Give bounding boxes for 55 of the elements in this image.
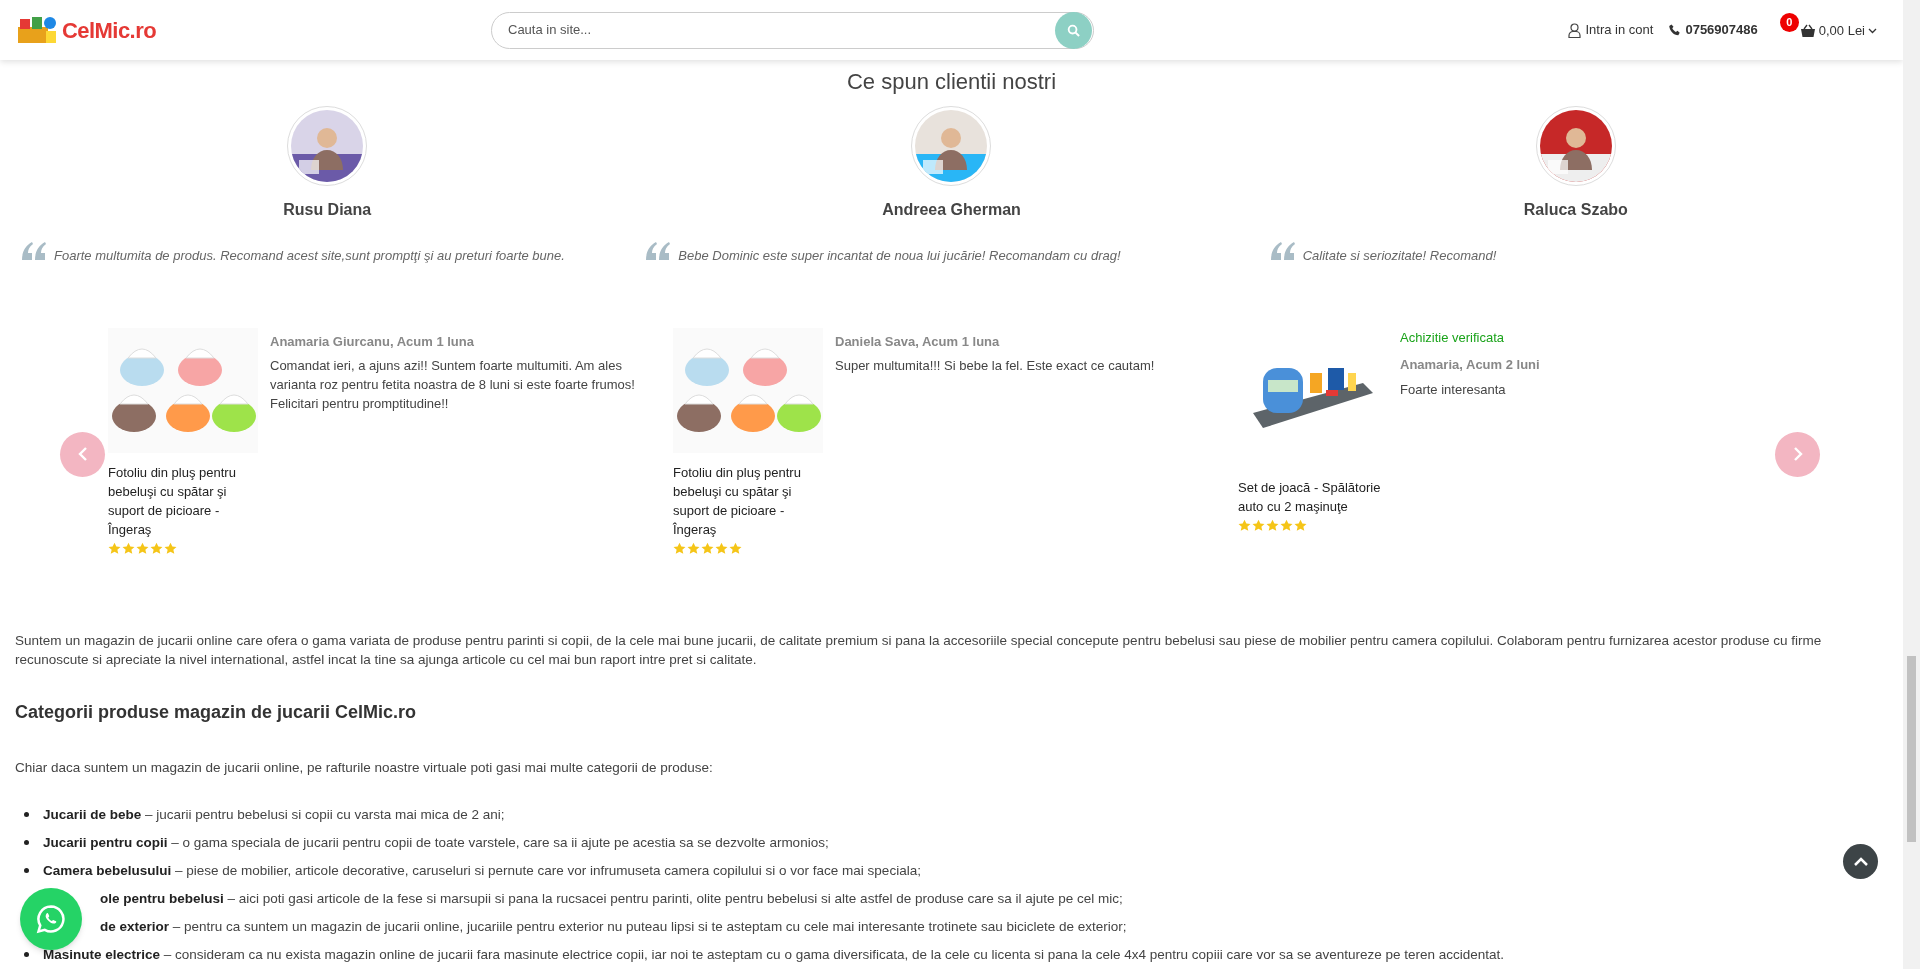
phone-icon (1669, 24, 1682, 36)
cart-link[interactable]: 0,00 Lei (1799, 19, 1877, 41)
review-author: Daniela Sava, Acum 1 luna (835, 332, 1001, 351)
review-author: Anamaria, Acum 2 luni (1400, 356, 1541, 374)
customer-name: Rusu Diana (283, 200, 372, 220)
chevron-left-icon (77, 446, 88, 462)
intro-paragraph: Suntem un magazin de jucarii online care ofera o gama variata de produse pentru parinti si copii, de la cele mai bune jucarii, de calitate premium si pana la accesoriile special concepute pentru bebelusi sau piese de mobilier pentru camera copilului. Colaboram pentru furnizarea acestor produse cu firme recunoscute si apreciate la nivel international, astfel incat la tine sa ajunga articole cu cel mai bun raport intre pret si calitate. (15, 631, 1823, 669)
testimonial-quote: Foarte multumita de produs. Recomand acest site,sunt promptţi şi au preturi foarte bune. (54, 247, 565, 265)
section-title: Ce spun clientii nostri (845, 68, 1058, 96)
quote-icon (20, 240, 48, 262)
category-item: ole pentru bebelusi – aici poti gasi articole de la fese si marsupii si pana la rucsacei pentru parinti, olite pentru bebelusi si alte astfel de produse care sa il ajute pe cel mic; (100, 889, 1123, 908)
review-author: Anamaria Giurcanu, Acum 1 luna (270, 332, 475, 351)
phone-link[interactable]: 0756907486 (1669, 20, 1758, 40)
product-link[interactable]: Fotoliu din pluş pentru bebeluşi cu spătar şi suport de picioare - Îngeraş (108, 462, 258, 539)
bullet-icon (24, 868, 29, 874)
whatsapp-icon (36, 904, 66, 934)
review-text: Foarte interesanta (1400, 380, 1507, 399)
cart-count-badge: 0 (1779, 12, 1799, 32)
lead-paragraph: Chiar daca suntem un magazin de jucarii online, pe rafturile noastre virtuale poti gasi mai multe categorii de produse: (15, 758, 714, 777)
quote-icon (644, 240, 673, 262)
product-link[interactable]: Fotoliu din pluş pentru bebeluşi cu spătar şi suport de picioare - Îngeraş (673, 462, 823, 539)
category-item: Camera bebelusului – piese de mobilier, articole decorative, caruseluri si pernute care vor infrumuseta camera copilului si o vor face mai speciala; (43, 861, 921, 880)
account-link[interactable]: Intra in cont (1568, 20, 1654, 40)
review-text: Comandat ieri, a ajuns azi!! Suntem foarte multumiti. Am ales varianta roz pentru fetita noastra de 8 luni si este foarte frumos! Felicitari pentru promptitudine!! (270, 357, 636, 413)
bullet-icon (24, 952, 29, 958)
user-icon (1568, 22, 1582, 38)
scrollbar[interactable] (1903, 0, 1920, 969)
basket-icon (1799, 24, 1816, 38)
category-item: Jucarii de bebe – jucarii pentru bebelusi si copii cu varsta mai mica de 2 ani; (43, 805, 505, 824)
chevron-right-icon (1792, 446, 1803, 462)
testimonial-quote: Bebe Dominic este super incantat de noua lui jucărie! Recomandam cu drag! (678, 247, 1121, 265)
whatsapp-button[interactable] (20, 888, 82, 950)
category-item: de exterior – pentru ca suntem un magazin de jucarii online, jucariile pentru exterior nu puteau lipsi si te asteptam cu cele mai interesante trotinete sau biciclete de exterior; (100, 917, 1127, 936)
logo-link[interactable]: CelMic.ro (16, 13, 476, 47)
bullet-icon (24, 812, 29, 818)
product-link[interactable]: Set de joacă - Spălătorie auto cu 2 maşinuţe (1238, 477, 1388, 516)
customer-name: Raluca Szabo (1523, 200, 1628, 220)
search-icon (1067, 23, 1080, 37)
category-item: Masinute electrice – consideram ca nu exista magazin online de jucarii fara masinute electrice copii, iar noi te asteptam cu o gama diversificata, de la cele cu licenta si pana la cele 4x4 pentru copiii care vor sa se aventureze pe teren accidentat. (43, 945, 1505, 964)
testimonial-quote: Calitate si seriozitate! Recomand! (1302, 247, 1497, 265)
quote-icon (1268, 240, 1297, 262)
toy-box-icon (16, 15, 58, 45)
next-button[interactable] (1775, 431, 1820, 477)
chevron-down-icon (1868, 28, 1877, 34)
category-item: Jucarii pentru copii – o gama speciala de jucarii pentru copii de toate varstele, care sa ii ajute pe acestia sa se dezvolte armonios; (43, 833, 829, 852)
previous-button[interactable] (60, 431, 105, 477)
verified-label: Achizitie verificata (1400, 328, 1506, 347)
search-input[interactable]: Cauta in site... (508, 20, 1055, 40)
chevron-up-icon (1852, 856, 1869, 867)
customer-name: Andreea Gherman (882, 200, 1021, 220)
section-heading: Categorii produse magazin de jucarii CelMic.ro (15, 700, 418, 724)
search-button[interactable] (1055, 11, 1092, 49)
back-to-top-button[interactable] (1843, 844, 1878, 879)
bullet-icon (24, 840, 29, 846)
review-text: Super multumita!!! Si bebe la fel. Este exact ce cautam! (835, 357, 1156, 375)
